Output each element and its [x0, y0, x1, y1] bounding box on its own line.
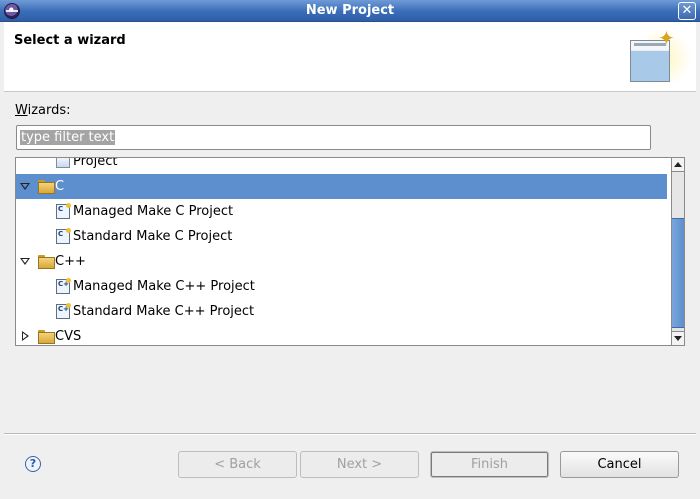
- divider: [4, 433, 696, 435]
- next-button[interactable]: Next >: [300, 451, 419, 478]
- back-button[interactable]: < Back: [178, 451, 297, 478]
- expand-down-arrow-icon[interactable]: [19, 249, 31, 274]
- tree-item-label: Standard Make C Project: [73, 229, 233, 244]
- tree-scrollbar[interactable]: [671, 157, 685, 346]
- scrollbar-thumb[interactable]: [672, 218, 684, 328]
- c-project-icon: C: [56, 203, 71, 219]
- close-button[interactable]: ✕: [678, 2, 696, 20]
- wizards-label: Wizards:: [15, 103, 71, 118]
- expand-down-arrow-icon[interactable]: [19, 174, 31, 199]
- window-title: New Project: [305, 3, 395, 18]
- project-icon: [56, 158, 70, 168]
- expand-right-arrow-icon[interactable]: [19, 324, 31, 345]
- scroll-up-arrow-icon[interactable]: [672, 158, 684, 172]
- filter-input[interactable]: type filter text: [16, 125, 651, 150]
- cancel-button[interactable]: Cancel: [560, 451, 679, 478]
- tree-item-label: Project: [73, 157, 118, 169]
- tree-item[interactable]: Project: [16, 157, 667, 174]
- cpp-project-icon: C+: [56, 278, 71, 294]
- title-bar: New Project ✕: [0, 0, 700, 22]
- folder-icon: [38, 330, 55, 344]
- scroll-down-arrow-icon[interactable]: [672, 331, 684, 345]
- page-title: Select a wizard: [14, 33, 126, 48]
- wizard-header: Select a wizard ✦: [4, 22, 696, 92]
- sparkle-icon: ✦: [658, 26, 675, 50]
- tree-item-label: C: [55, 179, 65, 194]
- folder-icon: [38, 255, 55, 269]
- wizard-tree[interactable]: Project C C Managed Make C Project C Standard…: [15, 157, 685, 346]
- finish-button[interactable]: Finish: [430, 451, 549, 478]
- help-icon[interactable]: ?: [25, 456, 41, 472]
- cpp-project-icon: C+: [56, 303, 71, 319]
- c-project-icon: C: [56, 228, 71, 244]
- tree-item[interactable]: C Standard Make C Project: [16, 224, 667, 249]
- tree-item-label: Standard Make C++ Project: [73, 304, 255, 319]
- filter-text: type filter text: [20, 130, 116, 145]
- tree-item[interactable]: C++: [16, 249, 667, 274]
- close-icon: ✕: [681, 3, 693, 18]
- tree-item-label: Managed Make C Project: [73, 204, 234, 219]
- tree-item[interactable]: C+ Managed Make C++ Project: [16, 274, 667, 299]
- tree-item[interactable]: C+ Standard Make C++ Project: [16, 299, 667, 324]
- tree-item-label: C++: [55, 254, 86, 269]
- tree-item[interactable]: C Managed Make C Project: [16, 199, 667, 224]
- tree-item-label: Managed Make C++ Project: [73, 279, 255, 294]
- tree-item[interactable]: C: [16, 174, 667, 199]
- tree-item[interactable]: CVS: [16, 324, 667, 345]
- new-wizard-banner-icon: ✦: [626, 28, 692, 88]
- folder-icon: [38, 180, 55, 194]
- tree-item-label: CVS: [55, 329, 82, 344]
